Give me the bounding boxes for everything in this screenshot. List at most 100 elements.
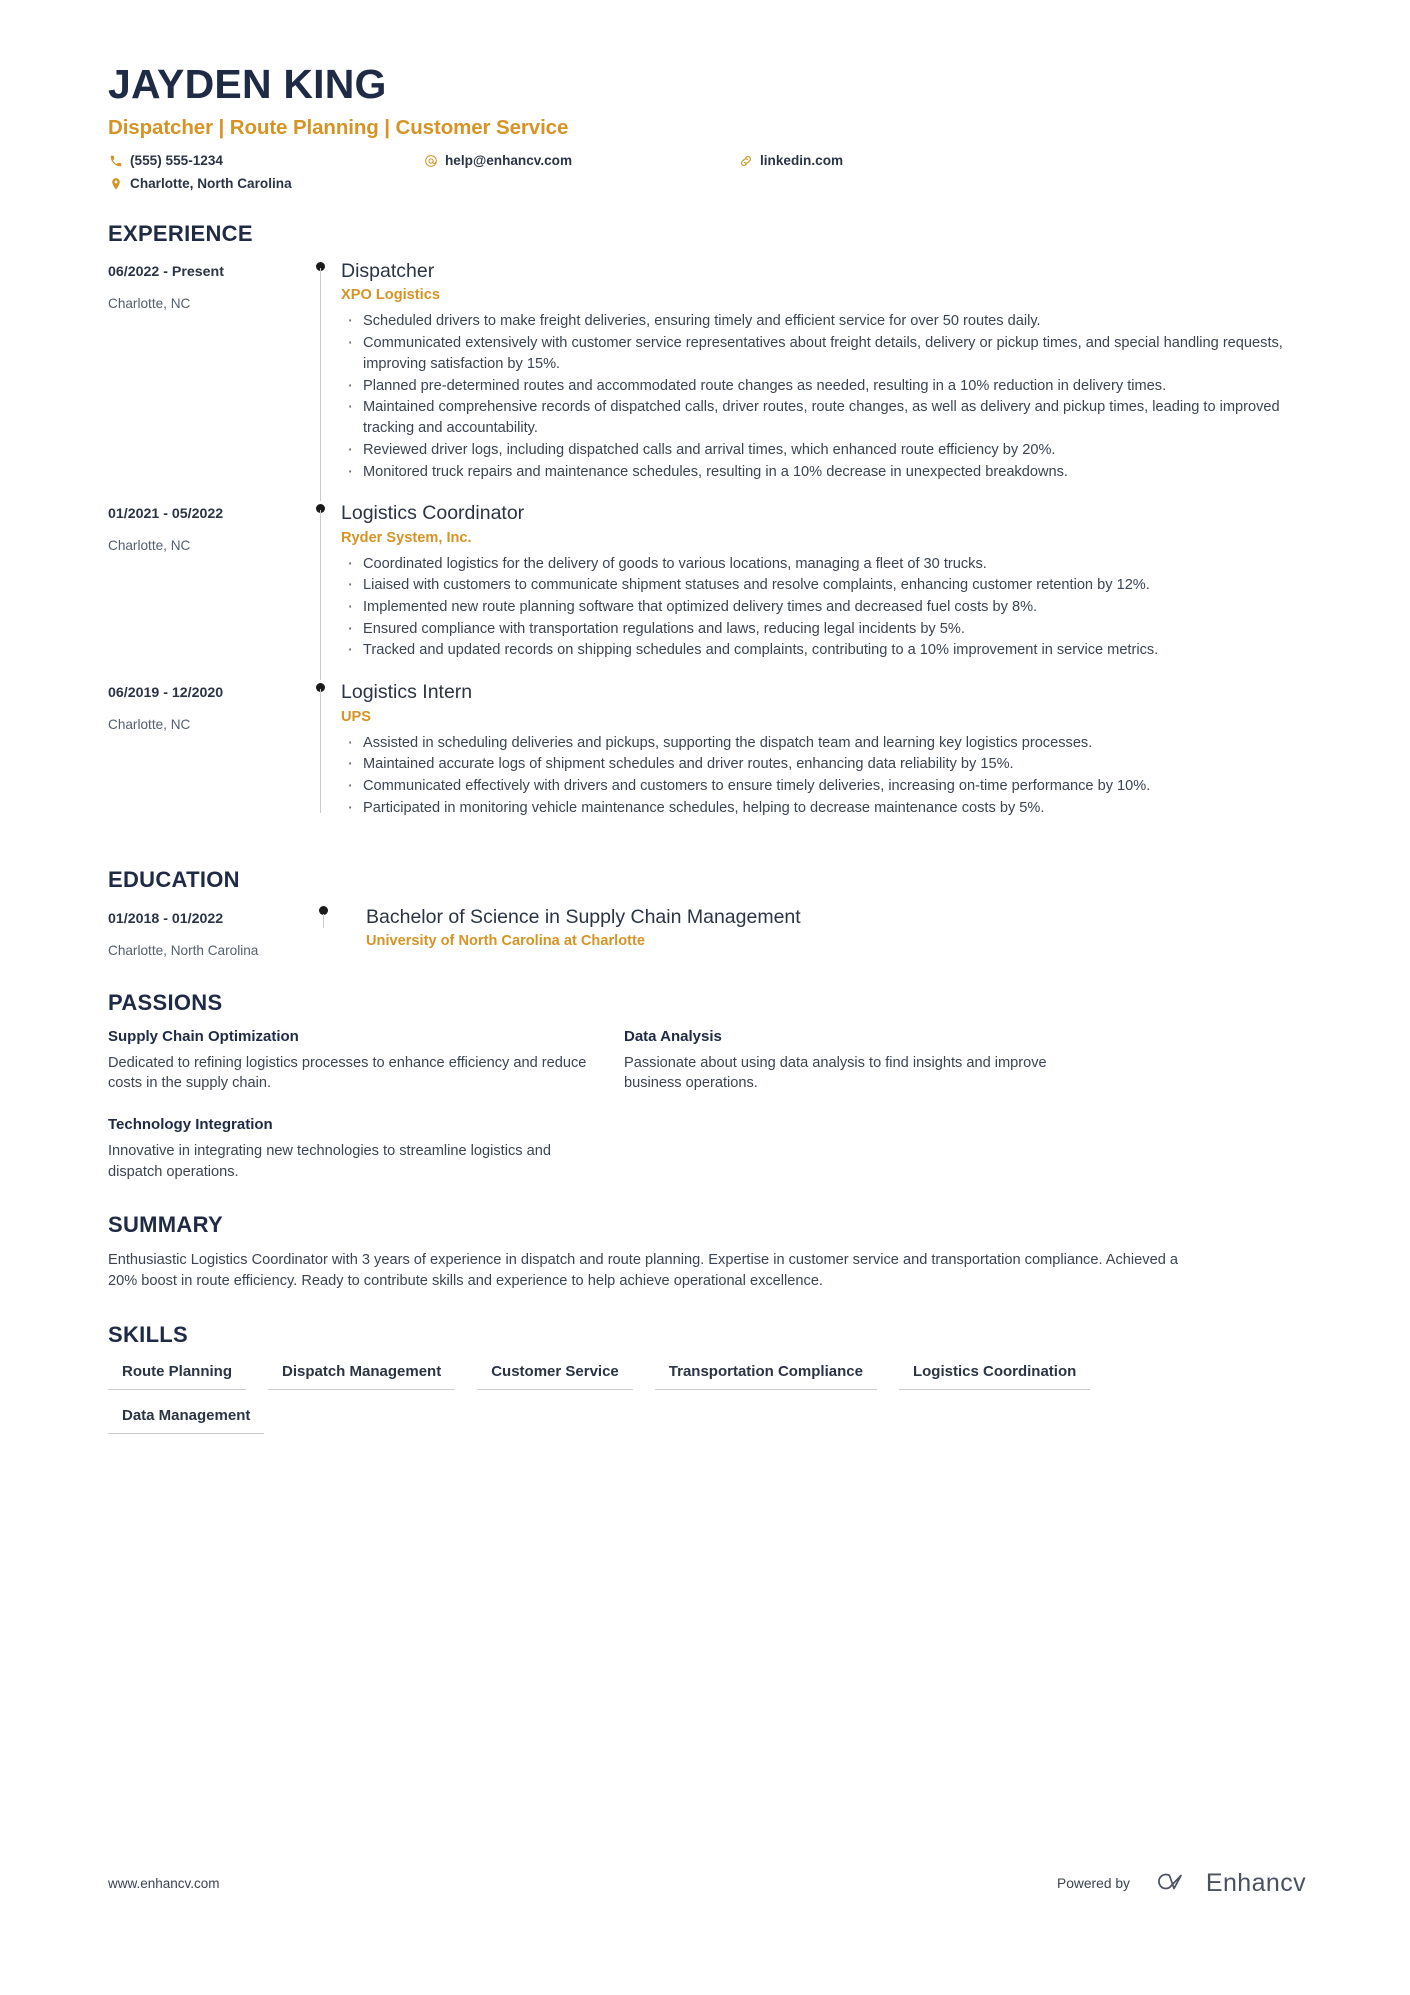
footer-branding: Powered by Enhancv xyxy=(1057,1868,1306,1899)
education-school: University of North Carolina at Charlott… xyxy=(366,932,645,949)
skill-chip: Customer Service xyxy=(477,1360,633,1391)
timeline-line xyxy=(320,268,321,502)
section-title-experience: EXPERIENCE xyxy=(108,221,253,247)
education-date: 01/2018 - 01/2022 xyxy=(108,911,224,928)
section-title-education: EDUCATION xyxy=(108,867,240,893)
experience-entry: 06/2019 - 12/2020 Charlotte, NC Logistic… xyxy=(108,680,1306,837)
contact-location: Charlotte, North Carolina xyxy=(108,176,423,191)
contact-list: (555) 555-1234 help@enhancv.com linkedin… xyxy=(108,153,1108,191)
skill-chip: Transportation Compliance xyxy=(654,1360,877,1391)
resume-header: JAYDEN KING Dispatcher | Route Planning … xyxy=(108,61,1306,191)
passion-item: Supply Chain Optimization Dedicated to r… xyxy=(108,1028,592,1094)
section-experience: EXPERIENCE 06/2022 - Present Charlotte, … xyxy=(108,221,1306,837)
bullet-item: Maintained comprehensive records of disp… xyxy=(341,394,1306,438)
footer-website-url[interactable]: www.enhancv.com xyxy=(108,1876,220,1891)
experience-entry-body: Dispatcher XPO Logistics Scheduled drive… xyxy=(339,259,1306,501)
experience-entry: 06/2022 - Present Charlotte, NC Dispatch… xyxy=(108,259,1306,502)
skills-list: Route Planning Dispatch Management Custo… xyxy=(108,1360,1188,1435)
skill-chip: Data Management xyxy=(108,1404,265,1435)
section-title-summary: SUMMARY xyxy=(108,1212,223,1238)
passion-item: Data Analysis Passionate about using dat… xyxy=(624,1028,1108,1094)
passion-item: Technology Integration Innovative in int… xyxy=(108,1116,592,1182)
section-summary: SUMMARY Enthusiastic Logistics Coordinat… xyxy=(108,1212,1306,1292)
bullet-item: Implemented new route planning software … xyxy=(341,594,1306,619)
skill-chip: Logistics Coordination xyxy=(898,1360,1091,1391)
section-title-skills: SKILLS xyxy=(108,1322,189,1348)
experience-location: Charlotte, NC xyxy=(108,295,191,311)
timeline-marker xyxy=(305,905,339,959)
experience-company: XPO Logistics xyxy=(341,287,440,304)
experience-entry-body: Logistics Intern UPS Assisted in schedul… xyxy=(339,680,1306,837)
timeline-marker xyxy=(305,259,339,502)
section-title-passions: PASSIONS xyxy=(108,989,223,1015)
education-entry: 01/2018 - 01/2022 Charlotte, North Carol… xyxy=(108,905,1306,959)
education-location: Charlotte, North Carolina xyxy=(108,942,259,958)
bullet-item: Scheduled drivers to make freight delive… xyxy=(341,309,1306,334)
bullet-item: Communicated extensively with customer s… xyxy=(341,330,1306,374)
skill-chip: Route Planning xyxy=(108,1360,246,1391)
timeline-line xyxy=(320,510,321,681)
headline: Dispatcher | Route Planning | Customer S… xyxy=(108,116,569,140)
bullet-item: Maintained accurate logs of shipment sch… xyxy=(341,751,1306,776)
experience-bullets: Coordinated logistics for the delivery o… xyxy=(341,551,1306,663)
experience-date: 01/2021 - 05/2022 xyxy=(108,506,224,523)
bullet-item: Planned pre-determined routes and accomm… xyxy=(341,373,1306,398)
passion-title: Technology Integration xyxy=(108,1116,273,1133)
passion-description: Innovative in integrating new technologi… xyxy=(108,1143,551,1180)
contact-location-value: Charlotte, North Carolina xyxy=(130,175,292,191)
passions-grid: Supply Chain Optimization Dedicated to r… xyxy=(108,1028,1108,1183)
contact-linkedin-value: linkedin.com xyxy=(760,152,844,168)
timeline-line xyxy=(323,914,324,929)
contact-email-value: help@enhancv.com xyxy=(445,152,573,168)
contact-linkedin[interactable]: linkedin.com xyxy=(738,153,1068,168)
contact-phone-value: (555) 555-1234 xyxy=(130,152,223,168)
education-entry-meta: 01/2018 - 01/2022 Charlotte, North Carol… xyxy=(108,905,305,959)
experience-entry: 01/2021 - 05/2022 Charlotte, NC Logistic… xyxy=(108,501,1306,681)
experience-bullets: Scheduled drivers to make freight delive… xyxy=(341,309,1306,484)
experience-entry-meta: 01/2021 - 05/2022 Charlotte, NC xyxy=(108,501,305,680)
experience-date: 06/2022 - Present xyxy=(108,264,224,281)
experience-entry-body: Logistics Coordinator Ryder System, Inc.… xyxy=(339,501,1306,680)
skill-chip: Dispatch Management xyxy=(268,1360,456,1391)
passion-title: Data Analysis xyxy=(624,1027,722,1045)
bullet-item: Ensured compliance with transportation r… xyxy=(341,616,1306,641)
contact-email[interactable]: help@enhancv.com xyxy=(423,153,738,168)
section-skills: SKILLS Route Planning Dispatch Managemen… xyxy=(108,1322,1306,1435)
bullet-item: Coordinated logistics for the delivery o… xyxy=(341,551,1306,576)
experience-date: 06/2019 - 12/2020 xyxy=(108,685,224,702)
email-icon xyxy=(423,153,438,168)
experience-company: Ryder System, Inc. xyxy=(341,529,472,546)
passion-description: Passionate about using data analysis to … xyxy=(624,1054,1047,1092)
experience-job-title: Logistics Coordinator xyxy=(341,502,525,525)
bullet-item: Reviewed driver logs, including dispatch… xyxy=(341,437,1306,462)
enhancv-wordmark: Enhancv xyxy=(1205,1869,1306,1897)
page-footer: www.enhancv.com Powered by Enhancv xyxy=(108,1868,1306,1899)
experience-job-title: Logistics Intern xyxy=(341,681,473,704)
location-icon xyxy=(108,176,123,191)
bullet-item: Participated in monitoring vehicle maint… xyxy=(341,795,1306,820)
page-title: JAYDEN KING xyxy=(108,61,387,107)
timeline-line xyxy=(320,689,321,814)
experience-job-title: Dispatcher xyxy=(341,260,435,283)
resume-page: JAYDEN KING Dispatcher | Route Planning … xyxy=(0,0,1410,1995)
link-icon xyxy=(738,153,753,168)
experience-entry-meta: 06/2022 - Present Charlotte, NC xyxy=(108,259,305,501)
timeline-marker xyxy=(305,680,339,837)
bullet-item: Monitored truck repairs and maintenance … xyxy=(341,459,1306,484)
timeline-marker xyxy=(305,501,339,681)
education-degree: Bachelor of Science in Supply Chain Mana… xyxy=(366,906,801,929)
powered-by-label: Powered by xyxy=(1057,1876,1130,1891)
enhancv-mark-icon xyxy=(1148,1868,1194,1899)
phone-icon xyxy=(108,153,123,168)
bullet-item: Assisted in scheduling deliveries and pi… xyxy=(341,730,1306,755)
experience-location: Charlotte, NC xyxy=(108,716,191,732)
experience-entry-meta: 06/2019 - 12/2020 Charlotte, NC xyxy=(108,680,305,837)
passion-title: Supply Chain Optimization xyxy=(108,1027,299,1045)
contact-phone[interactable]: (555) 555-1234 xyxy=(108,153,423,168)
bullet-item: Communicated effectively with drivers an… xyxy=(341,773,1306,798)
passion-description: Dedicated to refining logistics processe… xyxy=(108,1054,587,1092)
education-entry-body: Bachelor of Science in Supply Chain Mana… xyxy=(339,905,1306,959)
summary-text: Enthusiastic Logistics Coordinator with … xyxy=(108,1252,1178,1290)
enhancv-logo: Enhancv xyxy=(1148,1868,1306,1899)
section-education: EDUCATION 01/2018 - 01/2022 Charlotte, N… xyxy=(108,867,1306,959)
